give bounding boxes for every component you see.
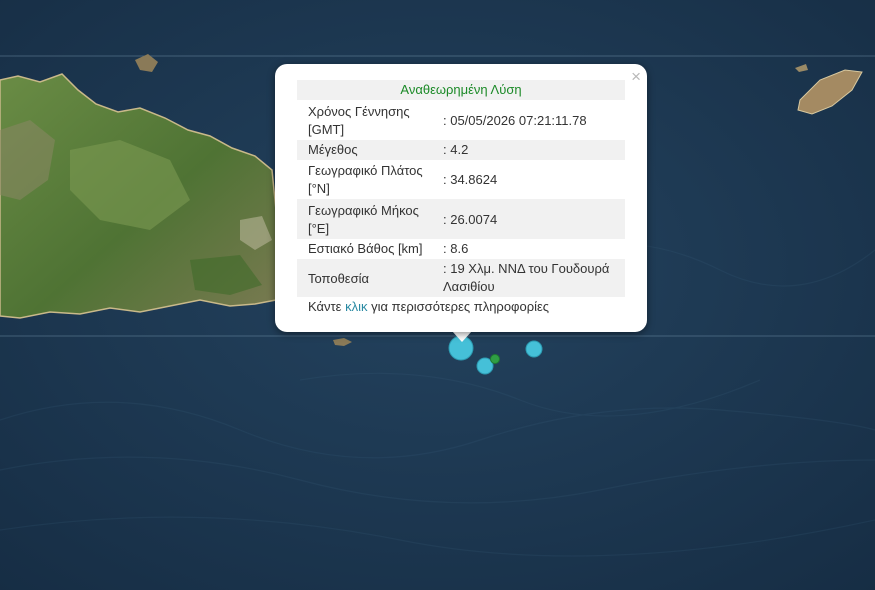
row-value: : 34.8624 — [443, 172, 498, 187]
row-value: : 05/05/2026 07:21:11.78 — [443, 113, 587, 128]
earthquake-marker[interactable] — [525, 340, 543, 358]
row-label: Εστιακό Βάθος [km] — [308, 241, 423, 256]
row-value: : 4.2 — [432, 140, 625, 160]
table-row: Τοποθεσία : 19 Χλμ. ΝΝΔ του Γουδουρά Λασ… — [297, 259, 625, 297]
earthquake-info-table: Χρόνος Γέννησης [GMT] : 05/05/2026 07:21… — [297, 102, 625, 297]
table-row: Χρόνος Γέννησης [GMT] : 05/05/2026 07:21… — [297, 102, 625, 140]
row-value: : 8.6 — [443, 241, 469, 256]
row-label: Τοποθεσία — [297, 259, 432, 297]
row-label: Γεωγραφικό Πλάτος [°N] — [308, 163, 423, 196]
table-row: Μέγεθος : 4.2 — [297, 140, 625, 160]
popup-title: Αναθεωρημένη Λύση — [297, 80, 625, 100]
row-label: Μέγεθος — [297, 140, 432, 160]
table-row: Γεωγραφικό Πλάτος [°N] : 34.8624 — [297, 160, 625, 199]
more-info-suffix: για περισσότερες πληροφορίες — [367, 299, 550, 314]
more-info-link[interactable]: κλικ — [345, 299, 367, 314]
row-label: Χρόνος Γέννησης [GMT] — [308, 104, 410, 137]
popup-tip — [452, 331, 472, 342]
table-row: Γεωγραφικό Μήκος [°E] : 26.0074 — [297, 199, 625, 239]
close-icon[interactable]: × — [631, 66, 641, 88]
row-value: : 19 Χλμ. ΝΝΔ του Γουδουρά Λασιθίου — [432, 259, 625, 297]
row-value: : 26.0074 — [432, 199, 625, 239]
row-label: Γεωγραφικό Μήκος [°E] — [297, 199, 432, 239]
more-info-text: Κάντε κλικ για περισσότερες πληροφορίες — [308, 299, 549, 314]
earthquake-info-popup: × Αναθεωρημένη Λύση Χρόνος Γέννησης [GMT… — [275, 64, 647, 332]
more-info-prefix: Κάντε — [308, 299, 346, 314]
table-row: Εστιακό Βάθος [km] : 8.6 — [297, 239, 625, 259]
earthquake-marker[interactable] — [490, 354, 500, 364]
